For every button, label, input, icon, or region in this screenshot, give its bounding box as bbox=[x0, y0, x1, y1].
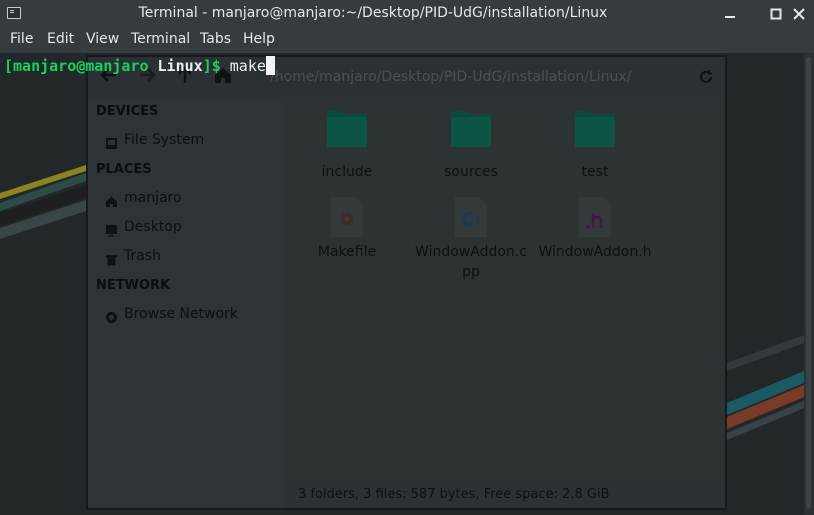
text-cursor bbox=[265, 56, 275, 75]
sidebar-item-home[interactable]: manjaro bbox=[124, 190, 182, 206]
file-label: WindowAddon.h bbox=[538, 244, 652, 260]
sidebar-item-desktop[interactable]: Desktop bbox=[124, 219, 182, 235]
prompt-dollar: $ bbox=[211, 57, 221, 75]
title-bar: Terminal - manjaro@manjaro:~/Desktop/PID… bbox=[0, 0, 814, 28]
header-file-icon bbox=[579, 197, 611, 237]
reload-icon[interactable] bbox=[698, 69, 714, 85]
prompt-directory: Linux bbox=[157, 57, 203, 75]
folder-icon bbox=[327, 111, 367, 147]
menu-terminal[interactable]: Terminal bbox=[131, 31, 190, 47]
terminal-window: Terminal - manjaro@manjaro:~/Desktop/PID… bbox=[0, 0, 814, 515]
desktop-icon bbox=[105, 222, 118, 237]
prompt-user-host: manjaro@manjaro bbox=[13, 57, 149, 75]
network-heading: NETWORK bbox=[96, 278, 171, 293]
menu-help[interactable]: Help bbox=[243, 31, 275, 47]
sidebar-item-trash[interactable]: Trash bbox=[124, 248, 161, 264]
file-label: sources bbox=[444, 164, 498, 180]
sidebar-item-file-system[interactable]: File System bbox=[124, 132, 204, 148]
file-label: include bbox=[321, 164, 373, 180]
sidebar-item-browse-network[interactable]: Browse Network bbox=[124, 306, 238, 322]
menu-edit[interactable]: Edit bbox=[47, 31, 74, 47]
file-label: Makefile bbox=[317, 244, 377, 260]
network-globe-icon bbox=[105, 309, 118, 323]
prompt-bracket-close: ] bbox=[202, 57, 212, 75]
location-path: /home/manjaro/Desktop/PID-UdG/installati… bbox=[270, 69, 632, 85]
prompt-bracket-open: [ bbox=[4, 57, 14, 75]
menu-tabs[interactable]: Tabs bbox=[200, 31, 231, 47]
minimize-icon[interactable] bbox=[720, 4, 740, 24]
close-icon[interactable] bbox=[789, 4, 809, 24]
places-heading: PLACES bbox=[96, 162, 152, 177]
cpp-file-icon bbox=[455, 197, 487, 237]
menu-file[interactable]: File bbox=[10, 31, 33, 47]
window-title: Terminal - manjaro@manjaro:~/Desktop/PID… bbox=[138, 5, 608, 21]
home-folder-icon bbox=[105, 193, 118, 207]
file-manager-window: /home/manjaro/Desktop/PID-UdG/installati… bbox=[86, 55, 727, 510]
folder-icon bbox=[575, 111, 615, 147]
terminal-scrollbar[interactable] bbox=[804, 53, 814, 515]
maximize-icon[interactable] bbox=[766, 4, 786, 24]
file-label: WindowAddon.cpp bbox=[415, 244, 527, 280]
makefile-gear-icon bbox=[331, 197, 363, 237]
menu-bar: File Edit View Terminal Tabs Help bbox=[0, 28, 814, 53]
devices-heading: DEVICES bbox=[96, 104, 159, 119]
file-manager-statusbar: 3 folders, 3 files: 587 bytes, Free spac… bbox=[284, 483, 725, 508]
file-label: test bbox=[581, 164, 609, 180]
typed-command: make bbox=[229, 57, 266, 75]
folder-icon bbox=[451, 111, 491, 147]
file-manager-sidebar: DEVICES File System PLACES manjaro Deskt… bbox=[88, 97, 284, 508]
file-system-icon bbox=[105, 135, 118, 149]
terminal-prompt-line: [manjaro@manjaro Linux]$ make bbox=[4, 56, 275, 76]
file-grid: include sources test Makefile WindowAddo… bbox=[284, 97, 725, 483]
scrollbar-thumb[interactable] bbox=[806, 57, 811, 509]
location-bar[interactable]: /home/manjaro/Desktop/PID-UdG/installati… bbox=[248, 65, 726, 91]
status-text: 3 folders, 3 files: 587 bytes, Free spac… bbox=[298, 487, 610, 502]
menu-view[interactable]: View bbox=[86, 31, 119, 47]
trash-icon bbox=[105, 251, 118, 266]
